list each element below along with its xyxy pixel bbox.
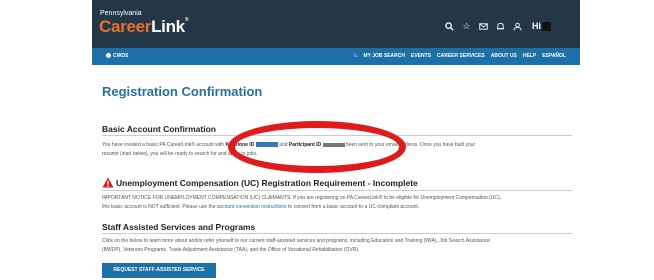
redacted-username <box>542 22 551 32</box>
account-conversion-link[interactable]: account conversion instructions <box>217 204 287 210</box>
basic-account-heading: Basic Account Confirmation <box>102 124 216 134</box>
header-icons: ☆ Hi <box>445 22 572 32</box>
site-header: Pennsylvania CareerLink® ☆ Hi <box>92 0 580 48</box>
page-title: Registration Confirmation <box>102 84 263 99</box>
uc-warning-heading: Unemployment Compensation (UC) Registrat… <box>102 177 418 188</box>
home-icon[interactable]: ⌂ <box>354 53 358 59</box>
nav-help[interactable]: HELP <box>523 53 536 59</box>
star-icon[interactable]: ☆ <box>462 22 471 31</box>
staff-assisted-heading: Staff Assisted Services and Programs <box>102 222 256 232</box>
main-nav: CWDS ⌂ MY JOB SEARCH EVENTS CAREER SERVI… <box>92 48 580 65</box>
nav-events[interactable]: EVENTS <box>411 53 431 59</box>
user-greeting[interactable]: Hi <box>532 22 572 32</box>
nav-links: ⌂ MY JOB SEARCH EVENTS CAREER SERVICES A… <box>354 53 566 59</box>
nav-about-us[interactable]: ABOUT US <box>491 53 517 59</box>
user-icon[interactable] <box>513 22 522 31</box>
search-icon[interactable] <box>445 22 454 31</box>
nav-career-services[interactable]: CAREER SERVICES <box>437 53 485 59</box>
careerlink-logo[interactable]: CareerLink® <box>99 17 189 37</box>
logo-state-text: Pennsylvania <box>100 10 142 17</box>
divider <box>102 233 572 234</box>
mail-icon[interactable] <box>479 22 488 31</box>
cwds-icon <box>106 53 111 58</box>
nav-my-job-search[interactable]: MY JOB SEARCH <box>363 53 405 59</box>
nav-espanol[interactable]: ESPAÑOL <box>542 53 566 59</box>
red-annotation-circle <box>228 121 406 173</box>
request-staff-assisted-service-button[interactable]: REQUEST STAFF-ASSISTED SERVICE <box>102 263 216 278</box>
uc-notice-text: IMPORTANT NOTICE FOR UNEMPLOYMENT COMPEN… <box>102 195 502 210</box>
bell-icon[interactable] <box>496 22 505 31</box>
divider <box>102 190 572 191</box>
warning-icon <box>102 177 114 188</box>
cwds-link[interactable]: CWDS <box>106 53 128 59</box>
staff-assisted-text: Click on the below to learn more about a… <box>102 238 490 253</box>
